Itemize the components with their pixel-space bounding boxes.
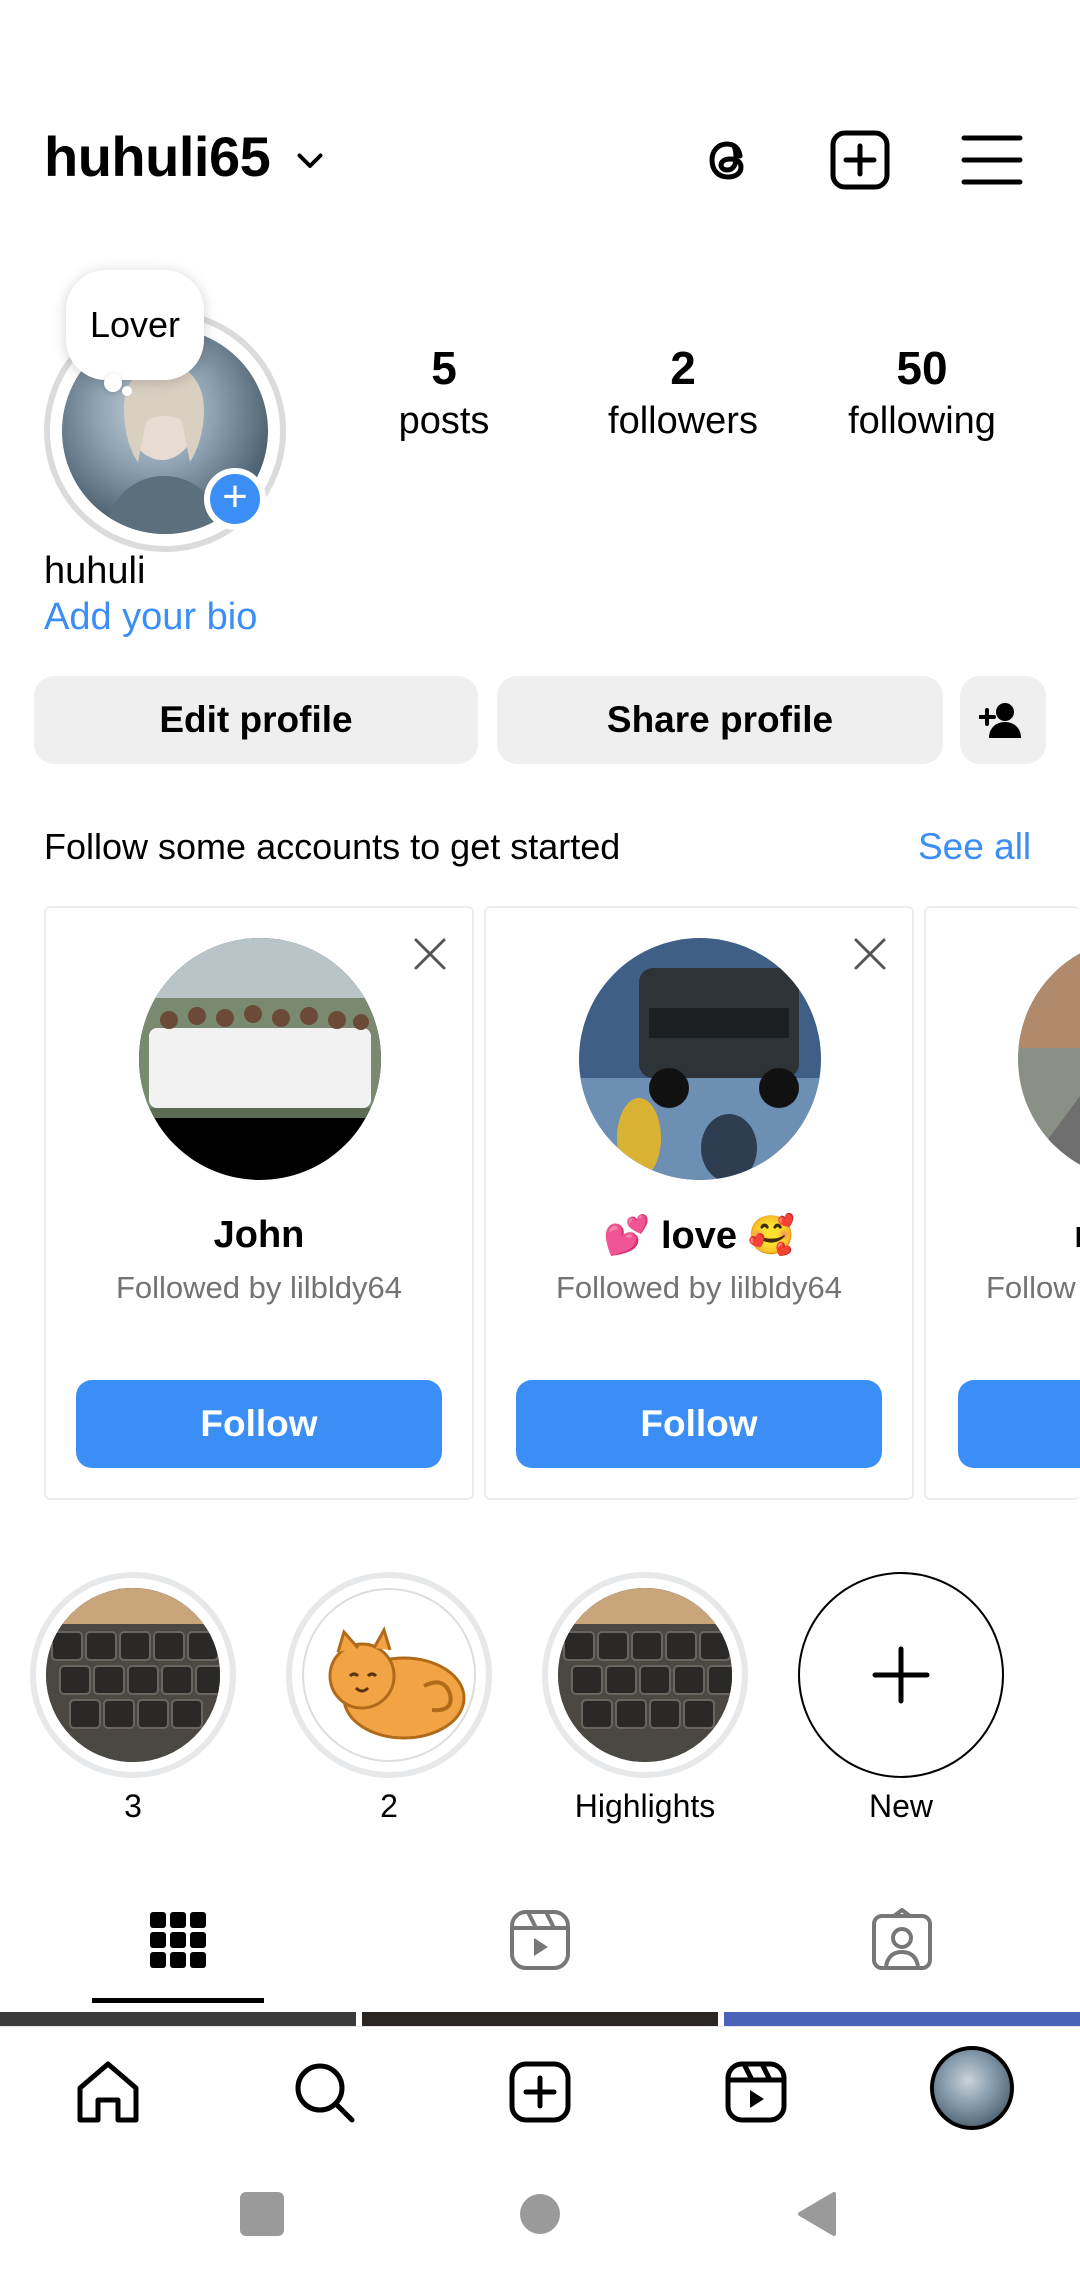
following-label: following [848, 400, 996, 442]
suggestions-title: Follow some accounts to get started [44, 826, 621, 867]
follow-button[interactable]: Follow [76, 1380, 442, 1468]
post-thumbnail[interactable] [0, 2012, 356, 2026]
suggestion-name[interactable]: John [46, 1214, 472, 1257]
profile-username[interactable]: huhuli65 [44, 124, 271, 189]
suggestion-avatar[interactable] [1018, 938, 1080, 1180]
see-all-link[interactable]: See all [918, 826, 1031, 868]
suggestion-name[interactable]: 💕 love 🥰 [486, 1214, 912, 1258]
tagged-tab-icon[interactable] [870, 1908, 934, 1972]
posts-count: 5 [431, 342, 457, 394]
followers-count: 2 [670, 342, 696, 394]
create-icon[interactable] [506, 2058, 574, 2126]
highlight-label: 2 [380, 1788, 398, 1824]
home-system-button[interactable] [520, 2194, 560, 2234]
threads-icon[interactable] [696, 128, 760, 192]
highlight-label: 3 [124, 1788, 142, 1824]
add-bio-link[interactable]: Add your bio [44, 596, 257, 639]
stat-following[interactable]: 50 following [822, 340, 1022, 446]
suggestion-card[interactable]: 💕 love 🥰 Followed by lilbldy64 Follow [484, 906, 914, 1500]
suggestion-card-partial[interactable]: r Follow [924, 906, 1080, 1500]
active-tab-indicator [92, 1998, 264, 2003]
suggestion-card[interactable]: John Followed by lilbldy64 Follow [44, 906, 474, 1500]
suggestion-mutual: Followed by lilbldy64 [115, 1270, 403, 1305]
follow-button[interactable]: Follow [516, 1380, 882, 1468]
add-person-icon [979, 703, 1021, 738]
discover-people-button[interactable] [960, 676, 1046, 764]
plus-icon [872, 1646, 930, 1704]
post-thumbnail[interactable] [724, 2012, 1080, 2026]
post-thumbnail[interactable] [362, 2012, 718, 2026]
highlight-label: New [868, 1788, 933, 1824]
note-bubble[interactable]: Lover [66, 270, 204, 380]
edit-profile-button[interactable]: Edit profile [34, 676, 478, 764]
share-profile-button[interactable]: Share profile [497, 676, 943, 764]
highlight-label: Highlights [574, 1788, 716, 1824]
add-story-button[interactable]: + [204, 468, 266, 530]
suggestion-avatar[interactable] [139, 938, 381, 1180]
followers-label: followers [608, 400, 758, 442]
recents-button[interactable] [240, 2192, 284, 2236]
create-post-icon[interactable] [828, 128, 892, 192]
reels-icon[interactable] [722, 2058, 790, 2126]
stat-followers[interactable]: 2 followers [583, 340, 783, 446]
dismiss-suggestion-icon[interactable] [850, 934, 890, 974]
highlight-cover[interactable] [302, 1588, 476, 1762]
profile-full-name: huhuli [44, 550, 146, 592]
note-bubble-tail-small [122, 386, 132, 396]
chevron-down-icon[interactable] [292, 142, 328, 178]
home-icon[interactable] [74, 2058, 142, 2126]
follow-button[interactable] [958, 1380, 1080, 1468]
posts-label: posts [398, 400, 490, 442]
dismiss-suggestion-icon[interactable] [410, 934, 450, 974]
reels-tab-icon[interactable] [508, 1908, 572, 1972]
stat-posts[interactable]: 5 posts [344, 340, 544, 446]
suggestion-mutual: Follow [986, 1270, 1076, 1305]
grid-tab-icon[interactable] [146, 1908, 210, 1972]
back-icon[interactable] [794, 2190, 838, 2238]
note-bubble-tail [104, 374, 122, 392]
highlight-cover[interactable] [46, 1588, 220, 1762]
profile-nav-avatar[interactable] [930, 2046, 1014, 2130]
menu-icon[interactable] [960, 128, 1024, 192]
search-icon[interactable] [290, 2058, 358, 2126]
suggestion-name[interactable]: r [1074, 1214, 1080, 1257]
suggestion-mutual: Followed by lilbldy64 [555, 1270, 843, 1305]
suggestion-avatar[interactable] [579, 938, 821, 1180]
following-count: 50 [896, 342, 948, 394]
highlight-cover[interactable] [558, 1588, 732, 1762]
